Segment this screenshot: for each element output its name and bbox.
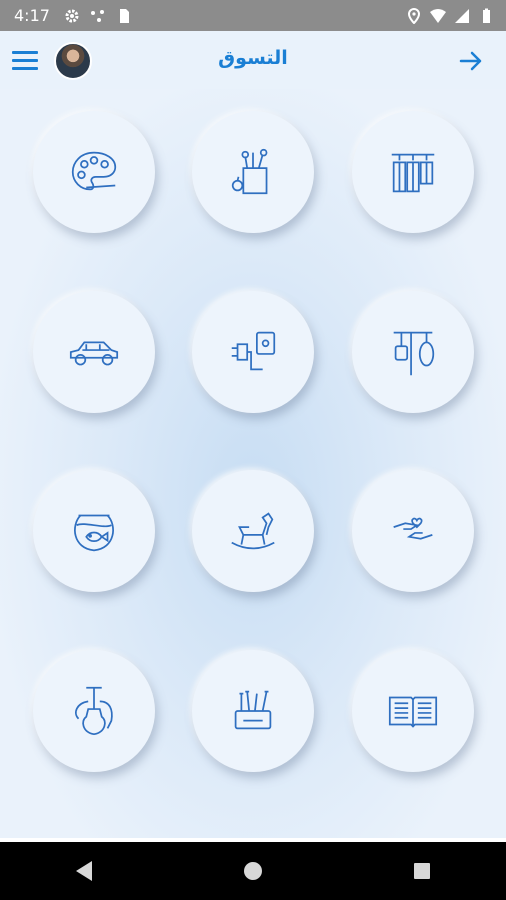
kitchen-utensils-icon: [393, 331, 435, 376]
home-circle-icon[interactable]: [223, 851, 283, 891]
category-tile-hookah[interactable]: [33, 650, 155, 772]
wifi-icon: [430, 8, 446, 24]
category-tile-grocery[interactable]: [192, 111, 314, 233]
category-tile-clothes[interactable]: [352, 111, 474, 233]
recents-square-icon[interactable]: [392, 851, 452, 891]
signal-icon: [454, 8, 470, 24]
status-time: 4:17: [14, 6, 50, 25]
category-tile-pets[interactable]: [33, 470, 155, 592]
category-tile-electronics[interactable]: [192, 291, 314, 413]
hookah-icon: [75, 686, 113, 736]
gear-icon: [64, 8, 80, 24]
app-bar: التسوق: [0, 31, 506, 89]
fish-bowl-icon: [74, 514, 114, 552]
page-title: التسوق: [218, 47, 288, 69]
category-tile-toys[interactable]: [192, 470, 314, 592]
arrow-right-icon[interactable]: [458, 49, 484, 73]
category-tile-tools[interactable]: [192, 650, 314, 772]
category-tile-art[interactable]: [33, 111, 155, 233]
tools-box-icon: [234, 690, 272, 730]
clothes-rack-icon: [391, 153, 435, 193]
sim-icon: [116, 8, 132, 24]
location-icon: [406, 7, 422, 24]
system-nav-bar: [0, 842, 506, 900]
category-tile-books[interactable]: [352, 650, 474, 772]
grocery-bag-icon: [231, 148, 268, 195]
rocking-horse-icon: [231, 512, 275, 550]
category-grid: [0, 89, 506, 838]
status-right-icons: [406, 7, 494, 24]
art-palette-icon: [71, 151, 117, 191]
category-tile-charity[interactable]: [352, 470, 474, 592]
category-tile-kitchen[interactable]: [352, 291, 474, 413]
charity-hands-icon: [393, 517, 433, 540]
car-icon: [69, 341, 119, 366]
electric-plug-icon: [231, 331, 276, 371]
category-tile-cars[interactable]: [33, 291, 155, 413]
status-bar: 4:17: [0, 0, 506, 31]
open-book-icon: [388, 696, 438, 728]
dots-icon: [90, 8, 106, 24]
back-triangle-icon[interactable]: [54, 851, 114, 891]
status-left-icons: [64, 8, 132, 24]
battery-icon: [478, 8, 494, 24]
